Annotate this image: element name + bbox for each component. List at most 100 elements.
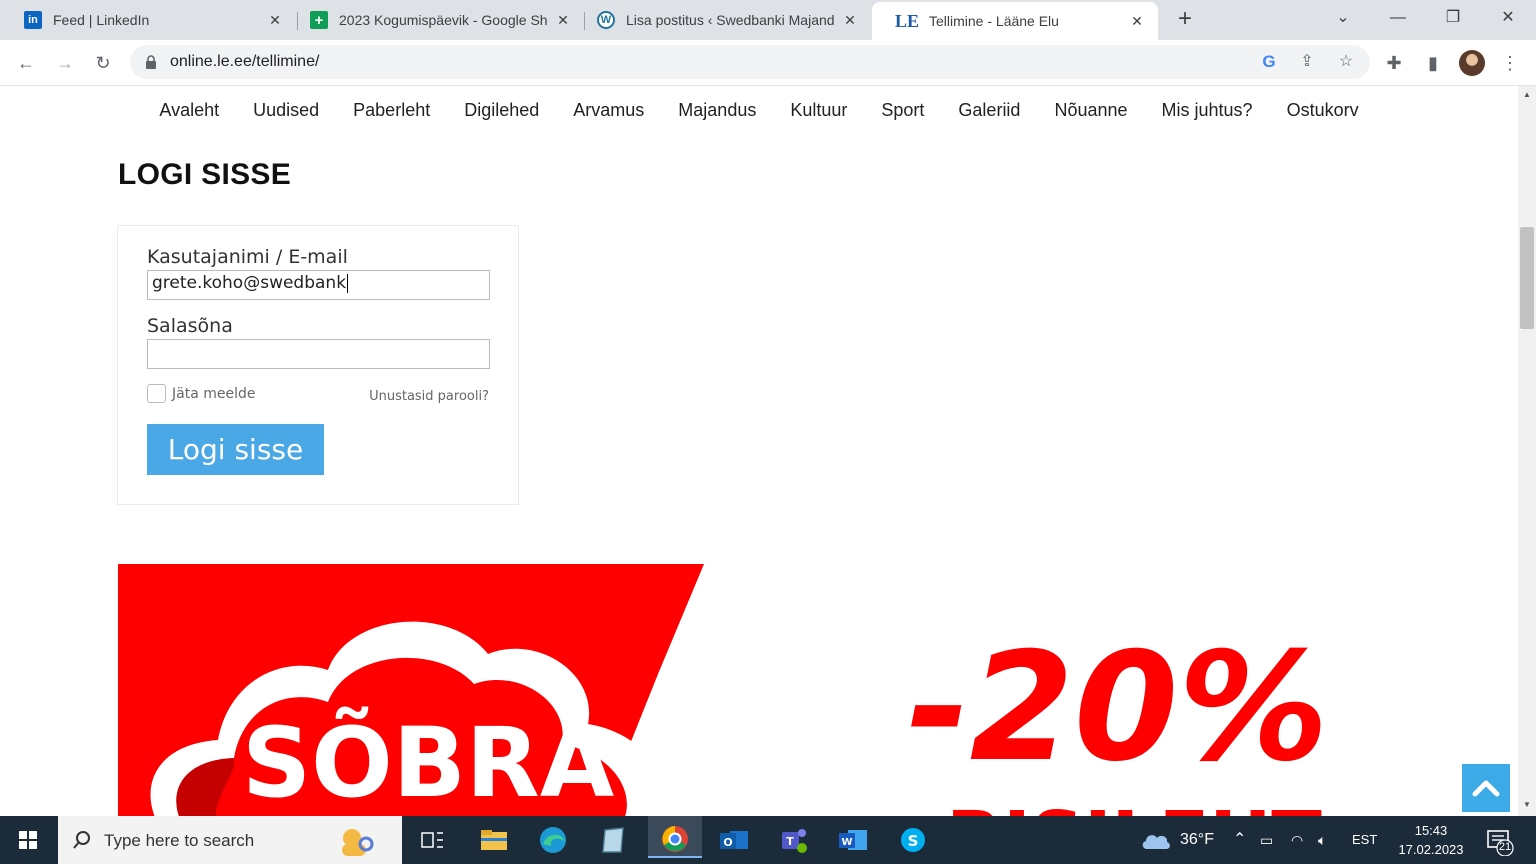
remember-checkbox[interactable] <box>147 384 166 403</box>
tray-chevron-up-icon[interactable]: ⌃ <box>1233 816 1246 864</box>
close-tab-icon[interactable]: ✕ <box>1128 13 1146 30</box>
weather-temperature[interactable]: 36°F <box>1180 816 1214 864</box>
url-text[interactable]: online.le.ee/tellimine/ <box>170 53 319 71</box>
google-lens-icon[interactable]: G <box>1258 51 1280 73</box>
scroll-down-arrow-icon[interactable]: ▼ <box>1518 800 1536 809</box>
tab-title: Tellimine - Lääne Elu <box>929 13 1059 29</box>
minimize-icon[interactable]: — <box>1375 6 1421 34</box>
profile-avatar[interactable] <box>1459 50 1485 76</box>
linkedin-icon: in <box>24 11 42 29</box>
chrome-icon[interactable] <box>648 816 702 858</box>
tab-linkedin[interactable]: in Feed | LinkedIn ✕ <box>0 0 296 40</box>
clock-time: 15:43 <box>1414 823 1448 838</box>
login-form: Kasutajanimi / E-mail grete.koho@swedban… <box>117 225 519 505</box>
system-clock[interactable]: 15:43 17.02.2023 <box>1388 821 1474 859</box>
tab-tellimine-active[interactable]: LE Tellimine - Lääne Elu ✕ <box>872 2 1158 40</box>
google-sheets-icon: + <box>310 11 328 29</box>
extensions-puzzle-icon[interactable]: ✚ <box>1381 50 1407 76</box>
tab-title: Feed | LinkedIn <box>53 12 150 28</box>
windows-taskbar: Type here to search O T W S 36°F ⌃ ▭ ◠ 🔈… <box>0 816 1536 864</box>
volume-icon[interactable]: 🔈︎ <box>1318 816 1326 864</box>
svg-text:T: T <box>786 835 794 848</box>
outlook-icon[interactable]: O <box>716 822 752 858</box>
start-button[interactable] <box>0 816 56 864</box>
bookmark-star-icon[interactable]: ☆ <box>1335 51 1357 73</box>
notification-center-icon[interactable]: 21 <box>1486 828 1514 857</box>
window-close-icon[interactable]: ✕ <box>1485 6 1531 34</box>
banner-partial-text: RISILEHT <box>946 796 1322 816</box>
tab-wordpress[interactable]: W Lisa postitus ‹ Swedbanki Majand ✕ <box>573 0 871 40</box>
promo-banner-graphic: SÕBRA- -20% RISILEHT <box>118 564 1329 816</box>
forward-icon[interactable]: → <box>52 50 78 76</box>
nav-item-mis-juhtus[interactable]: Mis juhtus? <box>1145 100 1270 121</box>
scrollbar-thumb[interactable] <box>1520 227 1534 329</box>
language-indicator[interactable]: EST <box>1352 816 1377 864</box>
search-placeholder: Type here to search <box>104 831 255 850</box>
nav-item-uudised[interactable]: Uudised <box>236 100 336 121</box>
lock-icon <box>146 55 156 69</box>
file-explorer-icon[interactable] <box>476 822 512 858</box>
tab-search-chevron-icon[interactable]: ⌄ <box>1320 6 1366 34</box>
teams-icon[interactable]: T <box>776 822 812 858</box>
chevron-up-icon <box>1472 780 1500 797</box>
menu-kebab-icon[interactable]: ⋮ <box>1497 50 1523 76</box>
battery-icon[interactable]: ▭ <box>1260 816 1273 864</box>
banner-headline: SÕBRA- <box>242 706 654 816</box>
search-icon <box>73 831 90 849</box>
svg-text:W: W <box>841 837 852 848</box>
page-title: LOGI SISSE <box>118 158 292 191</box>
nav-item-paberleht[interactable]: Paberleht <box>336 100 447 121</box>
nav-item-galeriid[interactable]: Galeriid <box>941 100 1037 121</box>
notification-count: 21 <box>1498 841 1512 853</box>
wifi-icon[interactable]: ◠ <box>1291 816 1303 864</box>
promo-banner[interactable]: SÕBRA- -20% RISILEHT <box>118 564 1518 816</box>
back-icon[interactable]: ← <box>13 50 39 76</box>
svg-text:O: O <box>723 836 732 849</box>
weather-cloud-icon[interactable] <box>1140 829 1172 851</box>
word-icon[interactable]: W <box>835 822 871 858</box>
scroll-up-arrow-icon[interactable]: ▲ <box>1518 90 1536 99</box>
scroll-to-top-button[interactable] <box>1462 764 1510 812</box>
notes-app-icon[interactable] <box>595 822 631 858</box>
username-label: Kasutajanimi / E-mail <box>147 246 348 268</box>
password-label: Salasõna <box>147 315 233 337</box>
edge-icon[interactable] <box>535 822 571 858</box>
site-navigation: Avaleht Uudised Paberleht Digilehed Arva… <box>0 100 1518 121</box>
browser-tab-strip: in Feed | LinkedIn ✕ + 2023 Kogumispäevi… <box>0 0 1536 40</box>
taskbar-search[interactable]: Type here to search <box>58 816 402 864</box>
nav-item-digilehed[interactable]: Digilehed <box>447 100 556 121</box>
close-tab-icon[interactable]: ✕ <box>266 12 284 29</box>
username-value: grete.koho@swedbank <box>152 273 347 293</box>
skype-icon[interactable]: S <box>895 822 931 858</box>
browser-toolbar: ← → ↻ online.le.ee/tellimine/ G ⇪ ☆ ✚ ▮ … <box>0 40 1536 86</box>
nav-item-arvamus[interactable]: Arvamus <box>556 100 661 121</box>
wordpress-icon: W <box>597 11 615 29</box>
forgot-password-link[interactable]: Unustasid parooli? <box>369 389 489 404</box>
address-bar[interactable]: online.le.ee/tellimine/ G ⇪ ☆ <box>130 45 1370 79</box>
reload-icon[interactable]: ↻ <box>90 50 116 76</box>
lane-elu-icon: LE <box>895 10 920 31</box>
remember-label: Jäta meelde <box>172 385 256 402</box>
page-scrollbar[interactable]: ▲ ▼ <box>1518 86 1536 816</box>
password-input[interactable] <box>147 339 490 369</box>
side-panel-icon[interactable]: ▮ <box>1420 50 1446 76</box>
text-caret <box>347 273 349 293</box>
restore-icon[interactable]: ❐ <box>1430 6 1476 34</box>
nav-item-sport[interactable]: Sport <box>864 100 941 121</box>
nav-item-kultuur[interactable]: Kultuur <box>773 100 864 121</box>
task-view-icon[interactable] <box>414 822 450 858</box>
nav-item-avaleht[interactable]: Avaleht <box>142 100 236 121</box>
tab-google-sheets[interactable]: + 2023 Kogumispäevik - Google Sh ✕ <box>286 0 584 40</box>
nav-item-nouanne[interactable]: Nõuanne <box>1037 100 1144 121</box>
share-icon[interactable]: ⇪ <box>1296 51 1318 73</box>
search-highlight-icon <box>342 829 374 856</box>
svg-text:S: S <box>908 832 919 850</box>
new-tab-button[interactable]: + <box>1172 6 1198 34</box>
nav-item-ostukorv[interactable]: Ostukorv <box>1270 100 1376 121</box>
close-tab-icon[interactable]: ✕ <box>841 12 859 29</box>
close-tab-icon[interactable]: ✕ <box>554 12 572 29</box>
remember-me[interactable]: Jäta meelde <box>147 384 255 403</box>
nav-item-majandus[interactable]: Majandus <box>661 100 773 121</box>
login-button[interactable]: Logi sisse <box>147 424 324 475</box>
username-input[interactable]: grete.koho@swedbank <box>147 270 490 300</box>
